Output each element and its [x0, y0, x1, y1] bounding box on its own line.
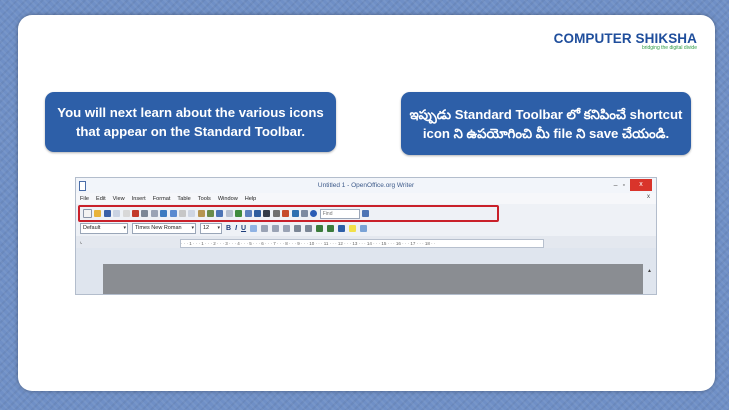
align-center-icon[interactable] [261, 224, 269, 232]
datasource-icon[interactable] [282, 210, 290, 217]
paste-icon[interactable] [197, 210, 205, 217]
slide: COMPUTER SHIKSHA bridging the digital di… [18, 15, 715, 391]
menu-table[interactable]: Table [177, 196, 190, 202]
draw-icon[interactable] [254, 210, 262, 217]
menu-insert[interactable]: Insert [132, 196, 146, 202]
pdf-icon[interactable] [131, 210, 139, 217]
open-icon[interactable] [94, 210, 102, 217]
hyperlink-icon[interactable] [235, 210, 243, 217]
underline-button[interactable]: U [241, 225, 246, 232]
copy-icon[interactable] [188, 210, 196, 217]
gallery-icon[interactable] [272, 210, 280, 217]
background-color-icon[interactable] [360, 224, 368, 232]
cut-icon[interactable] [178, 210, 186, 217]
callout-english-text: You will next learn about the various ic… [57, 105, 324, 139]
new-icon[interactable] [83, 209, 92, 218]
horizontal-ruler[interactable]: · · · 1 · · · 1 · · · 2 · · · 3 · · · 4 … [180, 239, 544, 248]
menu-format[interactable]: Format [153, 196, 171, 202]
formatting-toolbar: Default Times New Roman 12 B I U [76, 220, 656, 236]
font-size-select[interactable]: 12 [200, 222, 222, 234]
bullets-icon[interactable] [305, 224, 313, 232]
align-left-icon[interactable] [250, 224, 258, 232]
close-button[interactable]: x [630, 179, 652, 191]
undo-icon[interactable] [216, 210, 224, 217]
numbering-icon[interactable] [294, 224, 302, 232]
preview-icon[interactable] [150, 210, 158, 217]
window-title: Untitled 1 - OpenOffice.org Writer [317, 182, 415, 189]
tab-stop-icon[interactable]: ⌞ [80, 239, 82, 245]
italic-button[interactable]: I [235, 225, 237, 232]
menu-tools[interactable]: Tools [198, 196, 211, 202]
standard-toolbar-highlight: Find [78, 205, 499, 222]
zoom-icon[interactable] [300, 210, 308, 217]
increase-indent-icon[interactable] [327, 224, 335, 232]
maximize-button[interactable]: ▫ [623, 182, 625, 189]
table-icon[interactable] [244, 210, 252, 217]
menu-help[interactable]: Help [245, 196, 257, 202]
callout-telugu-text: ఇప్పుడు Standard Toolbar లో కనిపించే sho… [409, 106, 683, 141]
font-color-icon[interactable] [338, 224, 346, 232]
minimize-button[interactable]: – [614, 182, 618, 189]
justify-icon[interactable] [283, 224, 291, 232]
print-icon[interactable] [141, 210, 149, 217]
find-input[interactable]: Find [319, 208, 360, 219]
title-bar: Untitled 1 - OpenOffice.org Writer – ▫ x [76, 178, 656, 193]
autospell-icon[interactable] [169, 210, 177, 217]
edit-icon[interactable] [122, 210, 130, 217]
spelling-icon[interactable] [160, 210, 168, 217]
document-close-icon[interactable]: x [647, 194, 650, 200]
nonprinting-icon[interactable] [291, 210, 299, 217]
mail-icon[interactable] [113, 210, 121, 217]
menu-window[interactable]: Window [218, 196, 238, 202]
menu-bar: File Edit View Insert Format Table Tools… [76, 193, 656, 204]
save-icon[interactable] [103, 210, 111, 217]
callout-english: You will next learn about the various ic… [45, 92, 336, 152]
align-right-icon[interactable] [272, 224, 280, 232]
callout-telugu: ఇప్పుడు Standard Toolbar లో కనిపించే sho… [401, 92, 691, 155]
bold-button[interactable]: B [226, 225, 231, 232]
logo-name: COMPUTER SHIKSHA [553, 31, 697, 46]
menu-file[interactable]: File [80, 196, 89, 202]
menu-view[interactable]: View [113, 196, 125, 202]
standard-toolbar: Find [76, 204, 656, 222]
format-paintbrush-icon[interactable] [207, 210, 215, 217]
redo-icon[interactable] [225, 210, 233, 217]
navigator-icon[interactable] [263, 210, 271, 217]
ruler-row: ⌞ · · · 1 · · · 1 · · · 2 · · · 3 · · · … [76, 236, 656, 248]
paragraph-style-select[interactable]: Default [80, 222, 128, 234]
menu-edit[interactable]: Edit [96, 196, 106, 202]
scroll-up-icon[interactable]: ▲ [647, 268, 652, 274]
font-name-select[interactable]: Times New Roman [132, 222, 196, 234]
decrease-indent-icon[interactable] [316, 224, 324, 232]
window-controls: – ▫ x [614, 179, 652, 191]
find-next-icon[interactable] [362, 210, 370, 217]
help-icon[interactable] [310, 210, 318, 217]
writer-window: Untitled 1 - OpenOffice.org Writer – ▫ x… [75, 177, 657, 295]
computer-shiksha-logo: COMPUTER SHIKSHA bridging the digital di… [554, 31, 697, 51]
highlighting-icon[interactable] [349, 224, 357, 232]
document-area[interactable] [103, 264, 643, 294]
